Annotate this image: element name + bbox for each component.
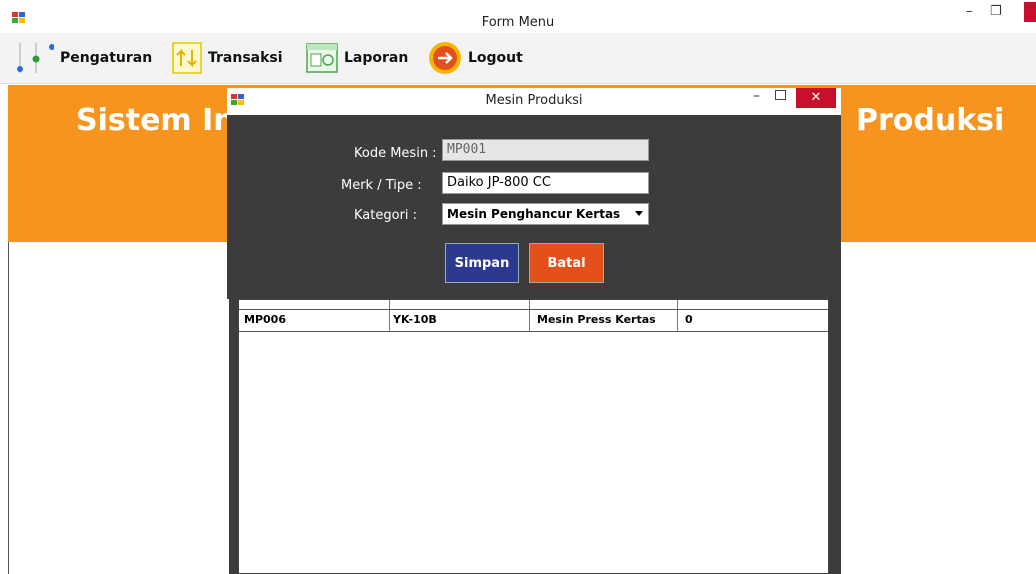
column-divider bbox=[389, 310, 390, 331]
dialog-title-bar: Mesin Produksi – ✕ bbox=[227, 88, 841, 115]
menu-logout-label: Logout bbox=[468, 50, 523, 66]
merk-tipe-label: Merk / Tipe : bbox=[341, 178, 422, 193]
report-icon bbox=[306, 43, 338, 73]
window-title: Form Menu bbox=[481, 15, 555, 30]
kode-mesin-label: Kode Mesin : bbox=[354, 146, 437, 161]
restore-icon[interactable]: ❐ bbox=[990, 4, 1002, 19]
batal-button[interactable]: Batal bbox=[529, 243, 604, 283]
logout-icon bbox=[429, 42, 461, 74]
column-divider bbox=[529, 310, 530, 331]
kode-mesin-field[interactable]: MP001 bbox=[442, 139, 649, 161]
simpan-button[interactable]: Simpan bbox=[445, 243, 519, 283]
menu-pengaturan-label: Pengaturan bbox=[60, 50, 153, 66]
menu-transaksi[interactable]: Transaksi bbox=[172, 41, 283, 75]
kategori-label: Kategori : bbox=[354, 208, 418, 223]
data-grid[interactable]: MP006 YK-10B Mesin Press Kertas 0 bbox=[238, 299, 829, 574]
dialog-close-icon[interactable]: ✕ bbox=[796, 88, 836, 108]
dialog-maximize-icon[interactable] bbox=[775, 90, 786, 100]
merk-tipe-field[interactable]: Daiko JP-800 CC bbox=[442, 172, 649, 194]
column-divider bbox=[677, 310, 678, 331]
cell-kode: MP006 bbox=[244, 313, 286, 326]
window-title-bar: Form Menu – ❐ bbox=[0, 0, 1036, 33]
menu-transaksi-label: Transaksi bbox=[208, 50, 283, 66]
mesin-produksi-dialog: Mesin Produksi – ✕ Kode Mesin : MP001 Me… bbox=[227, 88, 841, 299]
column-divider bbox=[389, 300, 390, 309]
cell-kategori: Mesin Press Kertas bbox=[537, 313, 656, 326]
menu-pengaturan[interactable]: Pengaturan bbox=[14, 41, 152, 75]
menu-strip: Pengaturan Transaksi Laporan Logout bbox=[0, 33, 1036, 84]
dialog-minimize-icon[interactable]: – bbox=[753, 88, 760, 104]
content-left-border bbox=[8, 242, 9, 574]
banner-title-left: Sistem In bbox=[76, 103, 235, 138]
table-row[interactable]: MP006 YK-10B Mesin Press Kertas 0 bbox=[239, 310, 828, 332]
cell-merk: YK-10B bbox=[393, 313, 437, 326]
minimize-icon[interactable]: – bbox=[966, 4, 973, 19]
menu-laporan-label: Laporan bbox=[344, 50, 409, 66]
menu-laporan[interactable]: Laporan bbox=[306, 41, 408, 75]
menu-logout[interactable]: Logout bbox=[428, 41, 523, 75]
banner-title-right: Produksi bbox=[856, 103, 1005, 138]
close-icon[interactable] bbox=[1024, 2, 1036, 22]
column-divider bbox=[529, 300, 530, 309]
transfer-arrows-icon bbox=[172, 42, 202, 74]
chevron-down-icon bbox=[635, 211, 643, 216]
dialog-title: Mesin Produksi bbox=[485, 93, 583, 108]
kategori-selected-value: Mesin Penghancur Kertas bbox=[447, 207, 621, 221]
column-divider bbox=[677, 300, 678, 309]
settings-icon bbox=[17, 43, 54, 73]
kategori-select[interactable]: Mesin Penghancur Kertas bbox=[442, 203, 649, 225]
table-row-partial bbox=[239, 300, 828, 310]
cell-jumlah: 0 bbox=[685, 313, 693, 326]
